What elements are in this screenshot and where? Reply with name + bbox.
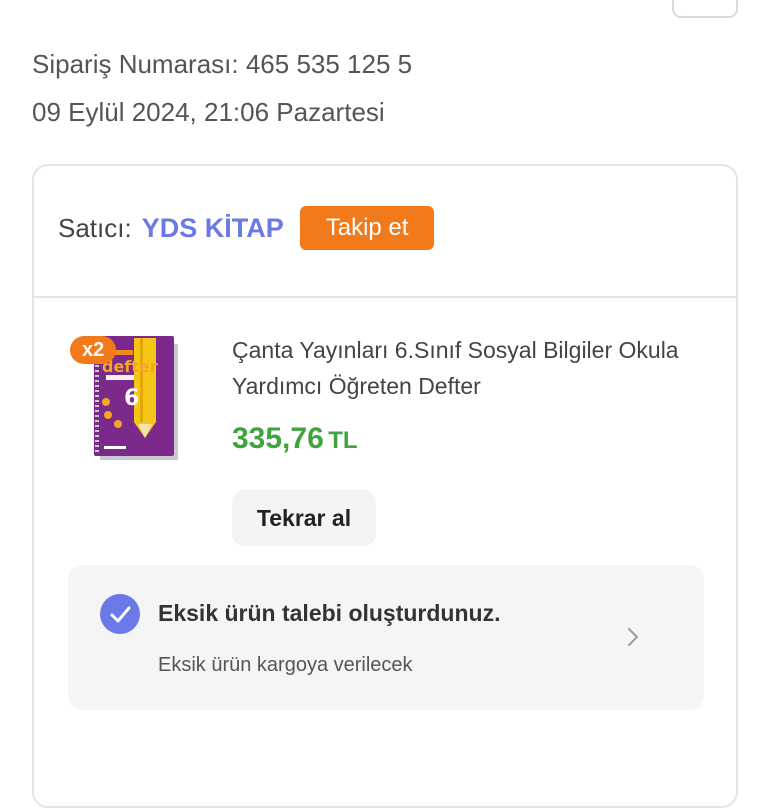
price-currency: TL (328, 427, 358, 454)
notice-subtitle: Eksik ürün kargoya verilecek (158, 654, 413, 676)
follow-button[interactable]: Takip et (299, 206, 435, 250)
quantity-badge: x2 (70, 336, 117, 364)
missing-item-notice[interactable]: Eksik ürün talebi oluşturdunuz. Eksik ür… (68, 565, 704, 710)
cover-grade: 6 (124, 386, 139, 411)
order-card: Satıcı: YDS KİTAP Takip et x2 defter 6 Ç… (32, 164, 738, 808)
seller-row: Satıcı: YDS KİTAP Takip et (58, 206, 435, 250)
product-image[interactable]: x2 defter 6 (70, 332, 180, 464)
product-price: 335,76 TL (232, 422, 358, 456)
price-amount: 335,76 (232, 422, 324, 455)
seller-name-link[interactable]: YDS KİTAP (142, 213, 284, 244)
seller-label: Satıcı: (58, 212, 132, 243)
product-title-link[interactable]: Çanta Yayınları 6.Sınıf Sosyal Bilgiler … (232, 332, 712, 404)
order-number: Sipariş Numarası: 465 535 125 5 (32, 49, 413, 79)
notice-title: Eksik ürün talebi oluşturdunuz. (158, 600, 501, 626)
check-circle-icon (100, 594, 140, 634)
top-right-partial-button[interactable] (672, 0, 738, 18)
divider (34, 296, 736, 298)
rebuy-button[interactable]: Tekrar al (232, 490, 376, 546)
chevron-right-icon (626, 626, 640, 648)
order-date: 09 Eylül 2024, 21:06 Pazartesi (32, 97, 385, 127)
